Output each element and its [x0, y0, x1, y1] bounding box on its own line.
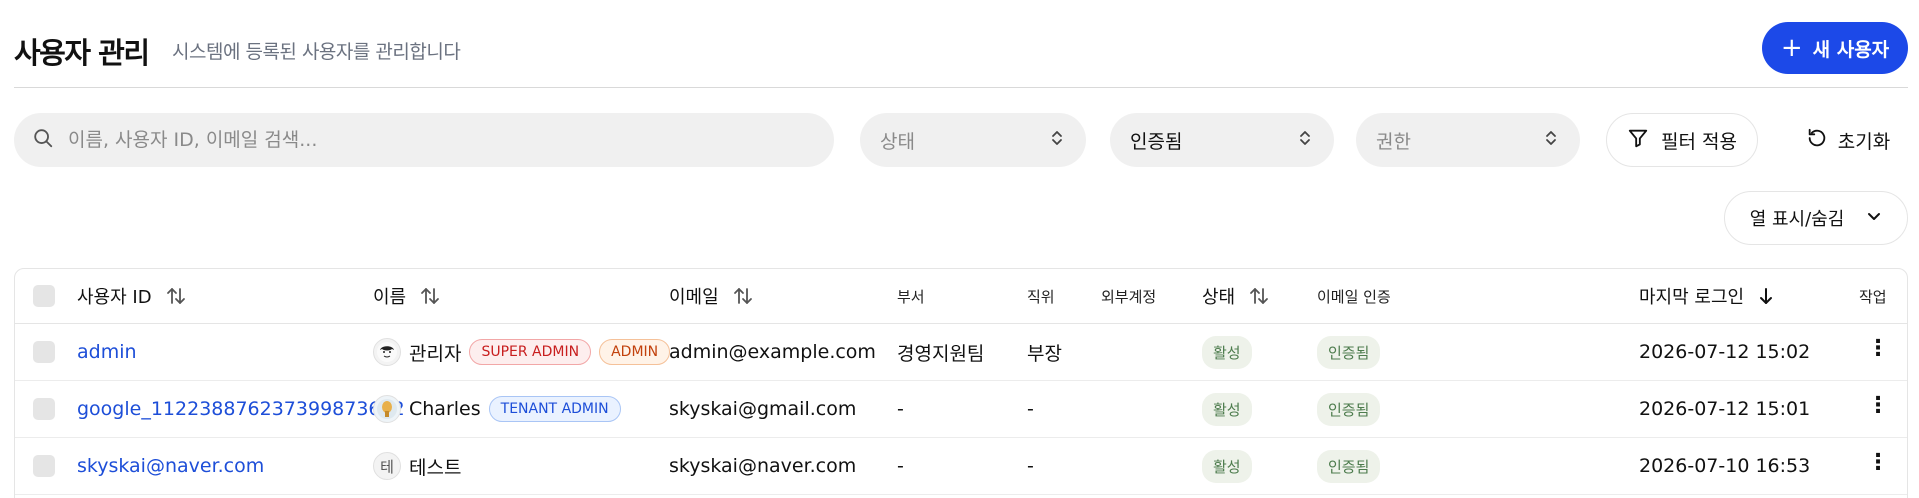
email-verified-badge: 인증됨: [1317, 335, 1381, 369]
status-badge: 활성: [1202, 392, 1252, 426]
header-position: 직위: [1027, 287, 1055, 306]
user-name: Charles: [409, 398, 481, 420]
reset-button[interactable]: 초기화: [1796, 113, 1900, 167]
select-all-checkbox-cell: [33, 269, 55, 323]
more-actions-icon[interactable]: ⋮: [1867, 377, 1889, 433]
page-header: 사용자 관리 시스템에 등록된 사용자를 관리합니다 + 새 사용자: [14, 22, 1908, 88]
name-cell: 관리자 SUPER ADMIN ADMIN: [373, 324, 671, 380]
header-department: 부서: [897, 287, 925, 306]
search-icon: [32, 127, 54, 153]
role-badge-super-admin: SUPER ADMIN: [469, 339, 592, 365]
user-id-link[interactable]: google_112238876237399873682: [77, 381, 405, 437]
reset-icon: [1806, 127, 1828, 154]
plus-icon: +: [1780, 33, 1803, 63]
email-verified-badge: 인증됨: [1317, 449, 1381, 483]
new-user-label: 새 사용자: [1812, 38, 1890, 61]
header-email-verified: 이메일 인증: [1317, 287, 1391, 306]
sort-descending-icon[interactable]: [1758, 287, 1774, 305]
role-badge-tenant-admin: TENANT ADMIN: [488, 396, 621, 422]
avatar: [373, 338, 401, 366]
users-table: 사용자 ID 이름 이메일 부서 직위 외부계정 상태 이메일 인증 마지막 로…: [14, 268, 1908, 498]
sort-icon[interactable]: [733, 287, 753, 305]
chevron-down-icon: [1866, 208, 1882, 229]
email-cell: skyskai@naver.com: [669, 455, 857, 477]
column-visibility-label: 열 표시/숨김: [1749, 209, 1845, 230]
email-verified-badge: 인증됨: [1317, 392, 1381, 426]
header-status[interactable]: 상태: [1202, 269, 1269, 323]
status-badge: 활성: [1202, 335, 1252, 369]
avatar: 테: [373, 452, 401, 480]
apply-filter-label: 필터 적용: [1661, 130, 1737, 153]
department-cell: 경영지원팀: [897, 342, 985, 365]
verified-select[interactable]: 인증됨: [1110, 113, 1334, 167]
new-user-button[interactable]: + 새 사용자: [1762, 22, 1908, 74]
last-login-cell: 2026-07-12 15:02: [1639, 341, 1811, 363]
page-title: 사용자 관리: [14, 36, 150, 70]
row-checkbox[interactable]: [33, 398, 55, 420]
more-actions-icon[interactable]: ⋮: [1867, 434, 1889, 490]
apply-filter-button[interactable]: 필터 적용: [1606, 113, 1758, 167]
avatar: [373, 395, 401, 423]
user-id-link[interactable]: admin: [77, 324, 137, 380]
table-row: google_112238876237399873682 Charles TEN…: [15, 381, 1907, 438]
header-user-id-label: 사용자 ID: [77, 287, 152, 308]
last-login-cell: 2026-07-12 15:01: [1639, 398, 1811, 420]
updown-chevron-icon: [1298, 129, 1312, 152]
department-cell: -: [897, 455, 904, 477]
header-name[interactable]: 이름: [373, 269, 440, 323]
header-actions: 작업: [1859, 287, 1887, 306]
position-cell: -: [1027, 455, 1034, 477]
status-badge: 활성: [1202, 449, 1252, 483]
select-all-checkbox[interactable]: [33, 285, 55, 307]
user-name: 테스트: [409, 456, 462, 479]
role-select[interactable]: 권한: [1356, 113, 1580, 167]
more-actions-icon[interactable]: ⋮: [1867, 320, 1889, 376]
sort-icon[interactable]: [420, 287, 440, 305]
email-cell: admin@example.com: [669, 341, 876, 363]
table-row: skyskai@naver.com 테 테스트 skyskai@naver.co…: [15, 438, 1907, 495]
header-name-label: 이름: [373, 287, 407, 308]
department-cell: -: [897, 398, 904, 420]
name-cell: 테 테스트: [373, 438, 461, 494]
email-cell: skyskai@gmail.com: [669, 398, 857, 420]
search-box: [14, 113, 834, 167]
status-select[interactable]: 상태: [860, 113, 1086, 167]
header-last-login[interactable]: 마지막 로그인: [1639, 269, 1774, 323]
updown-chevron-icon: [1544, 129, 1558, 152]
role-badge-admin: ADMIN: [599, 339, 671, 365]
column-visibility-button[interactable]: 열 표시/숨김: [1724, 191, 1908, 245]
table-header: 사용자 ID 이름 이메일 부서 직위 외부계정 상태 이메일 인증 마지막 로…: [15, 269, 1907, 324]
name-cell: Charles TENANT ADMIN: [373, 381, 621, 437]
header-external: 외부계정: [1101, 287, 1157, 306]
row-checkbox[interactable]: [33, 455, 55, 477]
user-name: 관리자: [409, 342, 462, 365]
user-id-link[interactable]: skyskai@naver.com: [77, 438, 264, 494]
reset-label: 초기화: [1837, 130, 1891, 153]
header-status-label: 상태: [1202, 287, 1236, 308]
header-user-id[interactable]: 사용자 ID: [77, 269, 186, 323]
sort-icon[interactable]: [1249, 287, 1269, 305]
updown-chevron-icon: [1050, 129, 1064, 152]
role-select-placeholder: 권한: [1376, 130, 1411, 153]
position-cell: -: [1027, 398, 1034, 420]
sort-icon[interactable]: [166, 287, 186, 305]
page-subtitle: 시스템에 등록된 사용자를 관리합니다: [172, 41, 461, 63]
header-last-login-label: 마지막 로그인: [1639, 287, 1745, 308]
position-cell: 부장: [1027, 342, 1062, 365]
last-login-cell: 2026-07-10 16:53: [1639, 455, 1811, 477]
filter-icon: [1627, 127, 1649, 154]
table-row: admin 관리자 SUPER ADMIN ADMIN admin@exampl…: [15, 324, 1907, 381]
header-email[interactable]: 이메일: [669, 269, 753, 323]
status-select-placeholder: 상태: [880, 130, 915, 153]
header-email-label: 이메일: [669, 287, 719, 308]
row-checkbox[interactable]: [33, 341, 55, 363]
search-input[interactable]: [68, 129, 808, 151]
verified-select-value: 인증됨: [1130, 130, 1183, 153]
